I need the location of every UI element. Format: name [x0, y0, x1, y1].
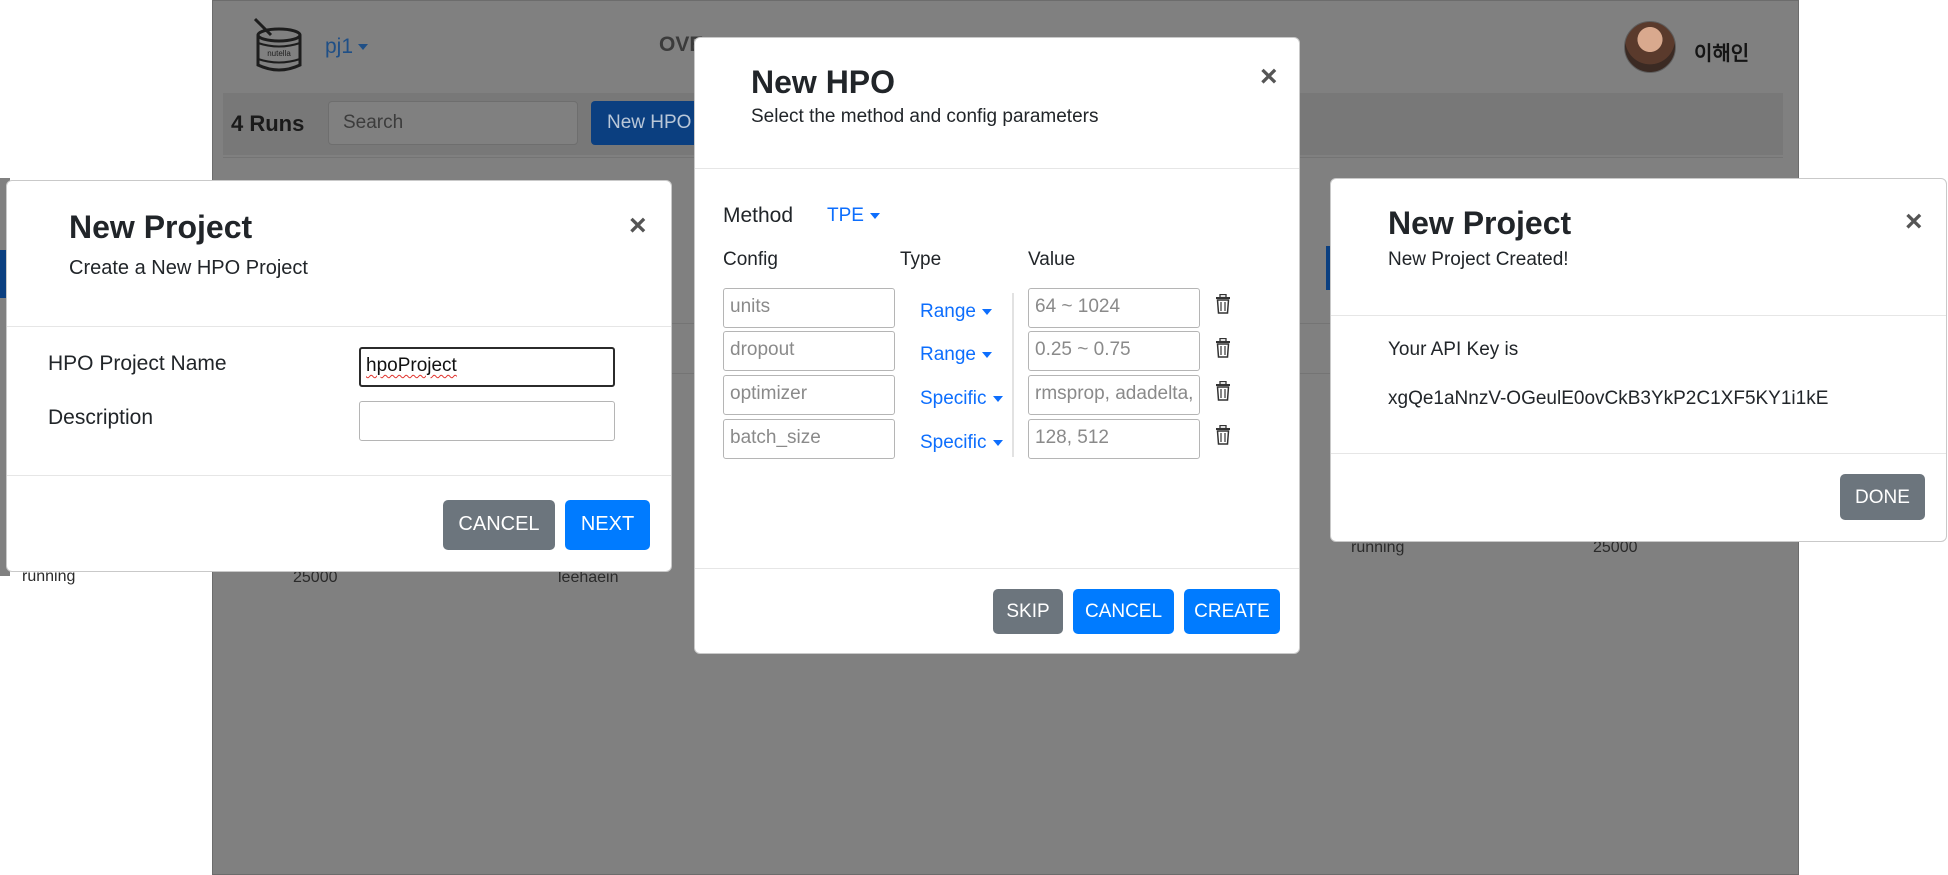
type-dropdown[interactable]: Range [920, 344, 992, 366]
config-value-field[interactable]: 128, 512 [1028, 419, 1200, 459]
avatar[interactable] [1624, 21, 1676, 73]
close-icon[interactable]: × [629, 211, 647, 241]
project-name-label: HPO Project Name [48, 352, 227, 375]
trash-icon[interactable] [1215, 425, 1231, 445]
runs-count-title: 4 Runs [231, 111, 305, 136]
caret-down-icon [992, 395, 1003, 402]
type-dropdown[interactable]: Specific [920, 432, 1003, 454]
type-dropdown[interactable]: Range [920, 301, 992, 323]
caret-down-icon [992, 439, 1003, 446]
caret-down-icon [869, 212, 880, 219]
trash-icon[interactable] [1215, 338, 1231, 358]
divider [7, 326, 671, 327]
config-name-field[interactable]: dropout [723, 331, 895, 371]
divider [1331, 315, 1946, 316]
caret-down-icon [982, 308, 992, 315]
type-value: Specific [920, 432, 987, 453]
project-created-modal: New Project New Project Created! × Your … [1330, 178, 1947, 542]
column-header-value: Value [1028, 249, 1076, 270]
trash-icon[interactable] [1215, 294, 1231, 314]
config-value-field[interactable]: 0.25 ~ 0.75 [1028, 331, 1200, 371]
modal-subtitle: Create a New HPO Project [69, 257, 308, 279]
column-header-config: Config [723, 249, 778, 270]
type-value: Specific [920, 388, 987, 409]
type-value: Range [920, 344, 976, 365]
project-dropdown[interactable]: pj1 [325, 35, 369, 59]
modal-title: New Project [69, 209, 253, 245]
skip-button[interactable]: SKIP [993, 589, 1063, 634]
column-header-type: Type [900, 249, 942, 270]
api-key-label: Your API Key is [1388, 339, 1519, 360]
close-icon[interactable]: × [1260, 62, 1278, 92]
cancel-button[interactable]: CANCEL [443, 500, 555, 550]
project-name-field[interactable]: hpoProject [359, 347, 615, 387]
description-field[interactable] [359, 401, 615, 441]
caret-down-icon [358, 44, 369, 51]
divider [695, 168, 1299, 169]
nutella-jar-logo-icon: nutella [253, 17, 302, 72]
username: 이해인 [1694, 43, 1750, 65]
modal-title: New Project [1388, 205, 1572, 241]
divider [7, 475, 671, 476]
modal-title: New HPO [751, 64, 896, 100]
new-project-modal: New Project Create a New HPO Project × H… [6, 180, 672, 572]
project-dropdown-label: pj1 [325, 35, 354, 58]
type-value: Range [920, 301, 976, 322]
done-button[interactable]: DONE [1840, 474, 1925, 520]
new-hpo-modal: New HPO Select the method and config par… [694, 37, 1300, 654]
svg-text:nutella: nutella [267, 49, 291, 58]
config-value-field[interactable]: rmsprop, adadelta, [1028, 375, 1200, 415]
config-name-field[interactable]: optimizer [723, 375, 895, 415]
next-button[interactable]: NEXT [565, 500, 650, 550]
search-input[interactable]: Search [328, 101, 578, 145]
project-name-value: hpoProject [366, 355, 457, 376]
caret-down-icon [982, 351, 992, 358]
config-name-field[interactable]: batch_size [723, 419, 895, 459]
trash-icon[interactable] [1215, 381, 1231, 401]
divider [695, 568, 1299, 569]
divider [1331, 453, 1946, 454]
create-button[interactable]: CREATE [1184, 589, 1280, 634]
modal-subtitle: Select the method and config parameters [751, 106, 1099, 127]
method-dropdown[interactable]: TPE [827, 205, 880, 227]
column-separator [1012, 293, 1014, 457]
description-label: Description [48, 406, 154, 429]
cancel-button[interactable]: CANCEL [1073, 589, 1174, 634]
config-name-field[interactable]: units [723, 288, 895, 328]
new-hpo-button[interactable]: New HPO [591, 101, 711, 145]
type-dropdown[interactable]: Specific [920, 388, 1003, 410]
modal-subtitle: New Project Created! [1388, 249, 1569, 270]
close-icon[interactable]: × [1905, 207, 1923, 237]
api-key-value: xgQe1aNnzV-OGeulE0ovCkB3YkP2C1XF5KY1i1kE [1388, 388, 1829, 409]
config-value-field[interactable]: 64 ~ 1024 [1028, 288, 1200, 328]
method-value: TPE [827, 205, 864, 226]
method-label: Method [723, 204, 794, 227]
